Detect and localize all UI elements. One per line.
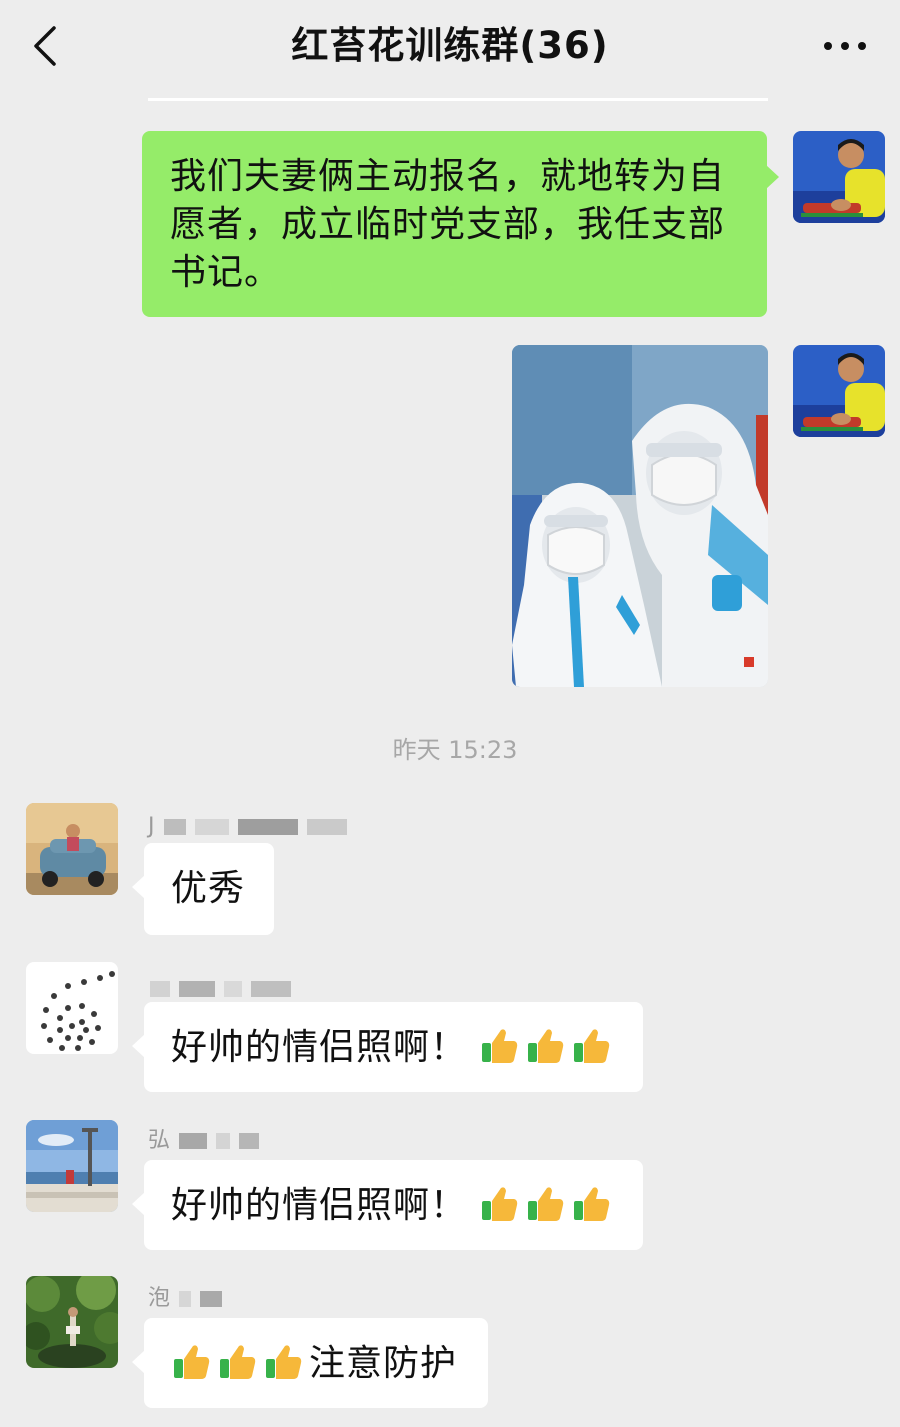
- redacted-name: [150, 981, 170, 997]
- redacted-name: [200, 1291, 223, 1307]
- outgoing-photo[interactable]: [512, 345, 768, 687]
- message-line: 书记。: [170, 252, 282, 293]
- bubble-tail: [132, 1192, 145, 1216]
- avatar-image: [26, 803, 118, 895]
- redacted-name: [194, 819, 229, 835]
- sender-name: 弘: [148, 1126, 260, 1156]
- more-dots-icon: [824, 42, 866, 50]
- message-text: 好帅的情侣照啊！: [171, 1185, 468, 1226]
- redacted-name: [306, 819, 347, 835]
- incoming-text-bubble[interactable]: 注意防护: [132, 1318, 488, 1408]
- member-avatar[interactable]: [26, 1276, 118, 1368]
- redacted-name: [216, 1133, 231, 1149]
- more-button[interactable]: [820, 28, 870, 64]
- sender-name: 泡: [148, 1284, 223, 1314]
- message-text: 注意防护: [309, 1343, 458, 1384]
- sender-name-text: 泡: [148, 1286, 171, 1311]
- bubble-tail: [132, 875, 145, 899]
- message-timestamp: 昨天 15:23: [392, 736, 518, 764]
- thumbs-up-icon: [574, 1029, 610, 1063]
- member-avatar[interactable]: [26, 803, 118, 895]
- sender-name: J: [148, 812, 347, 842]
- redacted-name: [239, 1133, 260, 1149]
- redacted-name: [179, 1133, 208, 1149]
- thumbs-up-icon: [528, 1187, 564, 1221]
- redacted-name: [179, 981, 215, 997]
- incoming-text-bubble[interactable]: 优秀: [132, 843, 274, 935]
- bubble-tail: [132, 1350, 145, 1374]
- sender-name: [148, 974, 291, 1004]
- header-divider: [148, 98, 768, 101]
- bubble-tail: [132, 1034, 145, 1058]
- redacted-name: [224, 981, 242, 997]
- bubble-tail: [766, 165, 779, 189]
- member-avatar[interactable]: [26, 1120, 118, 1212]
- self-avatar[interactable]: [793, 345, 885, 437]
- message-line: 我们夫妻俩主动报名，就地转为自: [170, 156, 726, 197]
- thumbs-up-icon: [528, 1029, 564, 1063]
- thumbs-up-icon: [482, 1029, 518, 1063]
- thumbs-up-icon: [266, 1345, 302, 1379]
- thumbs-up-icon: [574, 1187, 610, 1221]
- sender-name-text: 弘: [148, 1128, 171, 1153]
- avatar-image: [26, 962, 118, 1054]
- incoming-text-bubble[interactable]: 好帅的情侣照啊！: [132, 1002, 643, 1092]
- outgoing-text-bubble[interactable]: 我们夫妻俩主动报名，就地转为自 愿者，成立临时党支部，我任支部 书记。: [142, 131, 779, 317]
- message-content: 好帅的情侣照啊！: [171, 1024, 643, 1072]
- message-line: 愿者，成立临时党支部，我任支部: [170, 204, 726, 245]
- avatar-image: [26, 1276, 118, 1368]
- chat-title: 红苔花训练群(36): [291, 24, 609, 67]
- redacted-name: [251, 981, 291, 997]
- member-avatar[interactable]: [26, 962, 118, 1054]
- thumbs-up-icon: [220, 1345, 256, 1379]
- photo-image: [512, 345, 768, 687]
- avatar-image: [26, 1120, 118, 1212]
- redacted-name: [179, 1291, 192, 1307]
- message-content: 注意防护: [171, 1340, 488, 1388]
- redacted-name: [163, 819, 186, 835]
- avatar-image: [793, 131, 885, 223]
- incoming-text-bubble[interactable]: 好帅的情侣照啊！: [132, 1160, 643, 1250]
- sender-name-text: J: [148, 814, 155, 839]
- self-avatar[interactable]: [793, 131, 885, 223]
- message-content: 好帅的情侣照啊！: [171, 1182, 643, 1230]
- avatar-image: [793, 345, 885, 437]
- chat-header: 红苔花训练群(36): [0, 0, 900, 96]
- thumbs-up-icon: [174, 1345, 210, 1379]
- message-text: 优秀: [171, 868, 246, 909]
- redacted-name: [237, 819, 298, 835]
- message-text: 好帅的情侣照啊！: [171, 1027, 468, 1068]
- thumbs-up-icon: [482, 1187, 518, 1221]
